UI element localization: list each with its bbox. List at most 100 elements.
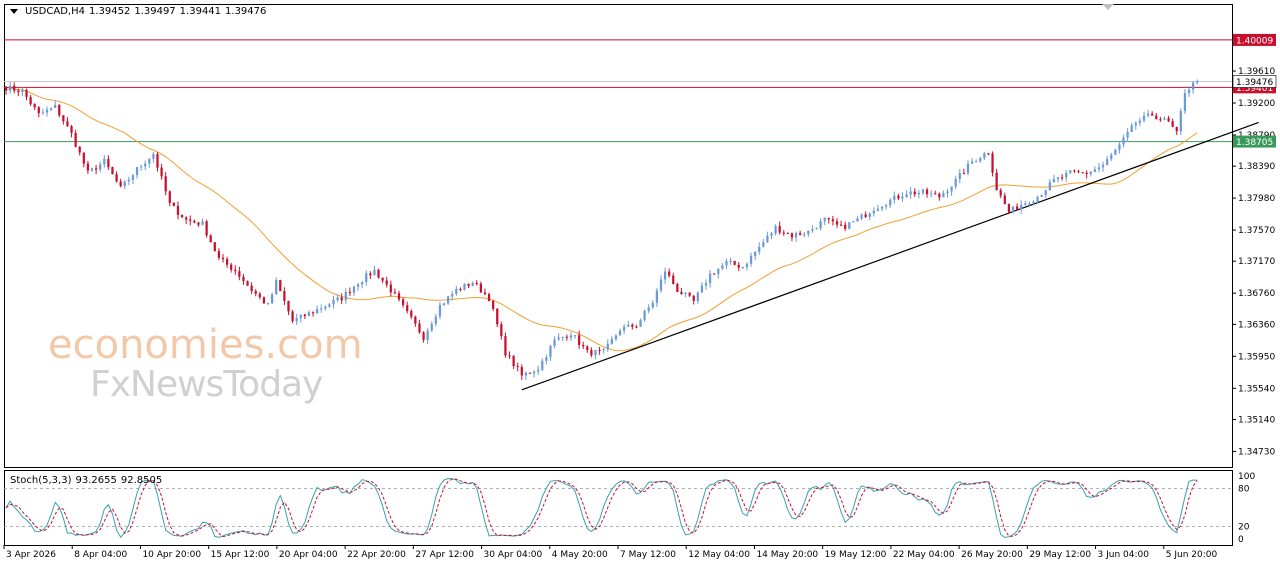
time-tick-label: 15 Apr 12:00: [211, 550, 270, 560]
low-value: 1.39441: [179, 6, 222, 17]
candle-body: [590, 349, 593, 356]
candle-body: [49, 107, 53, 110]
candle-body: [549, 345, 552, 358]
candle-body: [647, 307, 650, 312]
price-tick-label: 1.36760: [1238, 289, 1275, 299]
candle-body: [557, 337, 560, 340]
candle-body: [991, 153, 994, 173]
candle-body: [381, 277, 384, 281]
candle-body: [1073, 170, 1076, 172]
candle-body: [189, 219, 192, 221]
candle-body: [635, 326, 638, 328]
time-tick-label: 29 May 12:00: [1029, 550, 1091, 560]
candle-body: [193, 220, 196, 223]
candle-body: [1114, 149, 1117, 155]
candle-body: [344, 291, 347, 301]
candle-body: [692, 295, 695, 301]
candle-body: [250, 285, 253, 292]
uptrend-line: [521, 121, 1259, 391]
time-tick-label: 14 May 20:00: [756, 550, 818, 560]
candle-body: [369, 273, 372, 276]
level-price-label: 1.39476: [1236, 78, 1273, 88]
candle-body: [332, 299, 335, 305]
candle-body: [164, 176, 167, 192]
candle-body: [487, 294, 491, 301]
candle-body: [160, 167, 163, 177]
candle-body: [733, 260, 736, 265]
candle-body: [1167, 118, 1170, 122]
candle-body: [684, 292, 687, 295]
candle-body: [242, 276, 245, 282]
candle-body: [365, 273, 368, 282]
time-tick-label: 30 Apr 04:00: [484, 550, 543, 560]
candle-body: [483, 292, 487, 295]
candle-body: [913, 191, 916, 195]
candle-body: [1134, 122, 1137, 126]
candle-body: [987, 153, 990, 155]
candle-body: [663, 271, 667, 280]
candle-body: [545, 357, 548, 361]
candle-body: [880, 206, 884, 209]
candle-body: [623, 326, 626, 331]
candle-body: [291, 311, 294, 322]
price-tick-label: 1.39200: [1238, 99, 1275, 109]
candle-body: [713, 273, 716, 275]
watermark-fxnewstoday: FxNewsToday: [90, 364, 323, 405]
candle-body: [934, 193, 937, 195]
candle-body: [901, 196, 904, 199]
close-value: 1.39476: [225, 6, 267, 17]
stoch-main-value: 93.2655: [75, 475, 117, 486]
candle-body: [565, 336, 568, 338]
candle-body: [520, 367, 523, 376]
candle-body: [78, 146, 81, 153]
candle-body: [348, 291, 352, 293]
candle-body: [741, 267, 744, 269]
candle-body: [262, 297, 266, 304]
candle-body: [270, 294, 274, 304]
candle-body: [234, 269, 237, 272]
candle-body: [627, 324, 630, 327]
candle-body: [1122, 137, 1125, 145]
candle-body: [418, 323, 421, 333]
candle-body: [4, 86, 8, 91]
candle-body: [320, 308, 323, 310]
candle-body: [1130, 125, 1133, 133]
candle-body: [373, 269, 376, 276]
candle-body: [856, 218, 859, 222]
candle-body: [1077, 171, 1080, 173]
candle-body: [1179, 110, 1182, 132]
time-tick-label: 26 May 20:00: [961, 550, 1023, 560]
candle-body: [479, 283, 482, 293]
candle-body: [541, 360, 544, 370]
candle-body: [1036, 197, 1039, 202]
candle-body: [848, 222, 851, 229]
candle-body: [704, 283, 708, 286]
candle-body: [1187, 89, 1191, 94]
candle-body: [696, 292, 699, 301]
price-tick-label: 1.38390: [1238, 162, 1275, 172]
candle-body: [1052, 179, 1056, 183]
candle-body: [1048, 182, 1051, 191]
collapse-triangle-icon[interactable]: [10, 9, 18, 14]
candle-body: [361, 281, 364, 285]
chart-canvas[interactable]: 1.34730 1.35140 1.35540 1.35950 1.36360 1.367…: [0, 0, 1280, 567]
candle-body: [676, 284, 679, 292]
candle-body: [1146, 113, 1150, 116]
symbol-label: USDCAD,H4: [25, 6, 85, 17]
candle-body: [1159, 119, 1162, 121]
candle-body: [1142, 115, 1146, 121]
candle-body: [209, 235, 212, 243]
candle-body: [1097, 167, 1101, 170]
candle-body: [721, 265, 724, 269]
stoch-tick-label: 0: [1238, 535, 1244, 545]
candle-body: [1175, 126, 1178, 132]
candle-body: [700, 285, 704, 293]
candle-body: [340, 297, 343, 301]
candle-body: [1191, 82, 1195, 90]
candle-body: [823, 217, 826, 222]
candle-body: [197, 222, 200, 225]
candle-body: [606, 343, 609, 350]
candle-body: [790, 233, 794, 238]
candle-body: [586, 346, 589, 350]
candle-body: [594, 350, 597, 356]
